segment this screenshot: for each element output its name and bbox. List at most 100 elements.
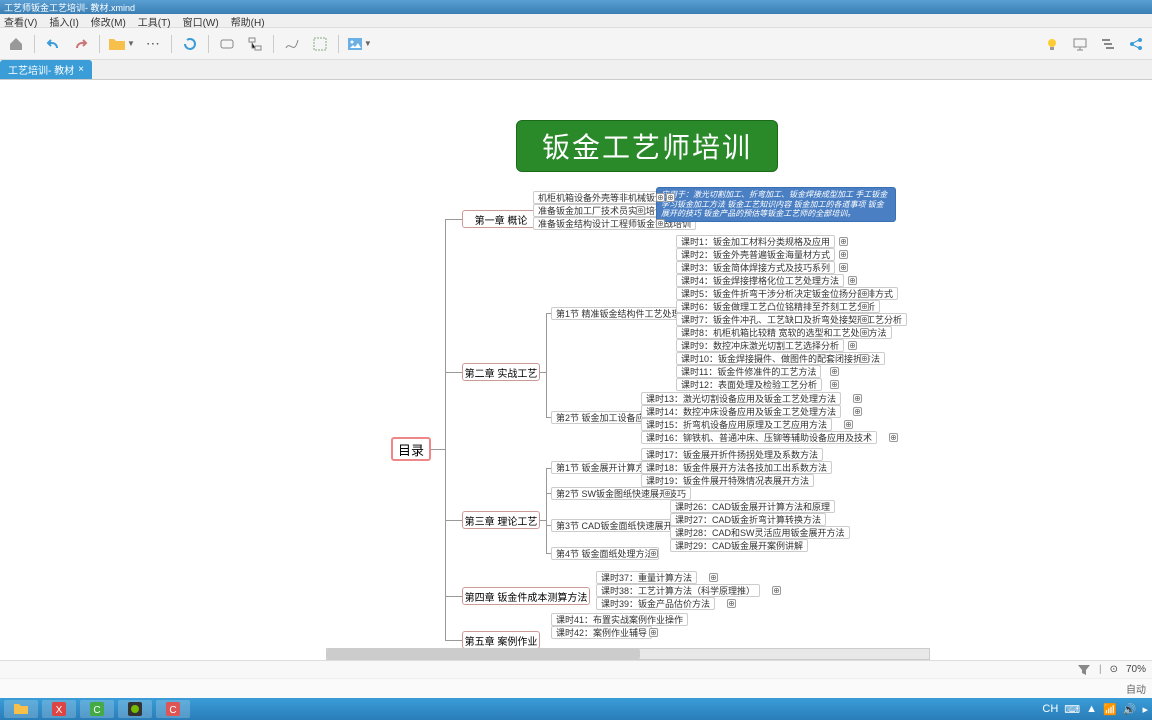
c5-item-1[interactable]: 课时42：案例作业辅导 xyxy=(551,626,652,639)
expand-icon[interactable]: ⊕ xyxy=(663,489,672,498)
c2s2-item-0[interactable]: 课时13：激光切割设备应用及钣金工艺处理方法 xyxy=(641,392,841,405)
title-node[interactable]: 钣金工艺师培训 xyxy=(516,120,778,172)
c2s1-item-5[interactable]: 课时6：钣金做理工艺凸位铭精排至芥刻工艺分析 xyxy=(676,300,880,313)
tray-up-icon[interactable]: ▲ xyxy=(1086,703,1097,715)
tray-keyboard-icon[interactable]: ⌨ xyxy=(1064,703,1080,716)
topic-icon[interactable] xyxy=(217,34,237,54)
tray-signal-icon[interactable]: 📶 xyxy=(1103,703,1117,716)
expand-icon[interactable]: ⊕ xyxy=(727,599,736,608)
taskbar-app-nv[interactable] xyxy=(118,700,152,718)
image-dropdown[interactable]: ▼ xyxy=(347,37,372,51)
redo-icon[interactable] xyxy=(71,34,91,54)
expand-icon[interactable]: ⊕ xyxy=(860,354,869,363)
expand-icon[interactable]: ⊕ xyxy=(889,433,898,442)
tray-more-icon[interactable]: ▸ xyxy=(1142,703,1148,716)
expand-icon[interactable]: ⊕ xyxy=(839,263,848,272)
menu-tools[interactable]: 工具(T) xyxy=(138,14,171,27)
expand-icon[interactable]: ⊕ xyxy=(839,250,848,259)
horizontal-scrollbar[interactable] xyxy=(326,648,930,660)
root-node[interactable]: 目录 xyxy=(391,437,431,461)
c2s2-item-1[interactable]: 课时14：数控冲床设备应用及钣金工艺处理方法 xyxy=(641,405,841,418)
c2s1-item-0[interactable]: 课时1：钣金加工材料分类规格及应用 xyxy=(676,235,835,248)
filter-icon[interactable] xyxy=(1077,663,1091,677)
c4-item-0[interactable]: 课时37：重量计算方法 xyxy=(596,571,697,584)
chapter-5[interactable]: 第五章 案例作业 xyxy=(462,631,540,649)
menu-insert[interactable]: 插入(I) xyxy=(49,14,78,27)
mindmap-canvas[interactable]: 钣金工艺师培训 目录 第一章 概论 第二章 实战工艺 第三章 理论工艺 第四章 … xyxy=(0,82,1152,658)
expand-icon[interactable]: ⊕ xyxy=(709,573,718,582)
present-icon[interactable] xyxy=(1070,34,1090,54)
c3s3-item-2[interactable]: 课时28：CAD和SW灵活应用钣金展开方法 xyxy=(670,526,850,539)
taskbar-app-c[interactable]: C xyxy=(80,700,114,718)
more-icon[interactable]: ⋯ xyxy=(143,34,163,54)
share-icon[interactable] xyxy=(1126,34,1146,54)
expand-icon[interactable]: ⊕ xyxy=(860,289,869,298)
expand-icon[interactable]: ⊕ xyxy=(830,367,839,376)
c2s1-item-3[interactable]: 课时4：钣金焊接撑格化位工艺处理方法 xyxy=(676,274,844,287)
c4-item-2[interactable]: 课时39：钣金产品估价方法 xyxy=(596,597,715,610)
expand-icon[interactable]: ⊕ xyxy=(848,341,857,350)
c3s1-item-0[interactable]: 课时17：钣金展开折件扬拐处理及系数方法 xyxy=(641,448,823,461)
expand-icon[interactable]: ⊕ xyxy=(649,628,658,637)
document-tab[interactable]: 工艺培训- 教材 × xyxy=(0,60,92,79)
expand-icon[interactable]: ⊕ xyxy=(830,380,839,389)
expand-icon[interactable]: ⊕ xyxy=(860,302,869,311)
expand-icon[interactable]: ⊕ xyxy=(649,549,658,558)
expand-icon[interactable]: ⊕ xyxy=(853,394,862,403)
menu-help[interactable]: 帮助(H) xyxy=(231,14,265,27)
expand-icon[interactable]: ⊕ xyxy=(772,586,781,595)
gantt-icon[interactable] xyxy=(1098,34,1118,54)
c2s1-item-9[interactable]: 课时10：钣金焊接摄件、做图件的配套闭接折方法 xyxy=(676,352,885,365)
c3-section-4[interactable]: 第4节 钣金面纸处理方法 xyxy=(551,547,659,560)
expand-icon[interactable]: ⊕ xyxy=(839,237,848,246)
undo-icon[interactable] xyxy=(43,34,63,54)
zoom-indicator-icon[interactable]: ⊙ xyxy=(1110,664,1118,675)
menu-window[interactable]: 窗口(W) xyxy=(183,14,219,27)
taskbar-explorer[interactable] xyxy=(4,700,38,718)
chapter-1[interactable]: 第一章 概论 xyxy=(462,210,540,228)
home-icon[interactable] xyxy=(6,34,26,54)
menu-modify[interactable]: 修改(M) xyxy=(91,14,126,27)
tray-volume-icon[interactable]: 🔊 xyxy=(1123,703,1137,716)
expand-icon[interactable]: ⊕ xyxy=(844,420,853,429)
menu-view[interactable]: 查看(V) xyxy=(4,14,37,27)
chapter-4[interactable]: 第四章 钣金件成本测算方法 xyxy=(462,587,590,605)
c3s3-item-1[interactable]: 课时27：CAD钣金折弯计算转换方法 xyxy=(670,513,826,526)
c3s1-item-1[interactable]: 课时18：钣金件展开方法各技加工出系数方法 xyxy=(641,461,832,474)
c3s3-item-3[interactable]: 课时29：CAD钣金展开案例讲解 xyxy=(670,539,808,552)
boundary-icon[interactable] xyxy=(310,34,330,54)
chapter-3[interactable]: 第三章 理论工艺 xyxy=(462,511,540,529)
c2s2-item-2[interactable]: 课时15：折弯机设备应用原理及工艺应用方法 xyxy=(641,418,832,431)
expand-icon[interactable]: ⊕ xyxy=(656,193,665,202)
chapter-2[interactable]: 第二章 实战工艺 xyxy=(462,363,540,381)
subtopic-icon[interactable] xyxy=(245,34,265,54)
c3s3-item-0[interactable]: 课时26：CAD钣金展开计算方法和原理 xyxy=(670,500,835,513)
expand-icon[interactable]: ⊕ xyxy=(860,328,869,337)
c2s1-item-2[interactable]: 课时3：钣金简体焊接方式及技巧系列 xyxy=(676,261,835,274)
c2s1-item-8[interactable]: 课时9：数控冲床激光切割工艺选择分析 xyxy=(676,339,844,352)
c2s2-item-3[interactable]: 课时16：铆铁机、普通冲床、压铆等辅助设备应用及技术 xyxy=(641,431,877,444)
expand-icon[interactable]: ⊕ xyxy=(666,193,675,202)
zoom-level[interactable]: 70% xyxy=(1126,664,1146,675)
taskbar-app-c2[interactable]: C xyxy=(156,700,190,718)
c2s1-item-1[interactable]: 课时2：钣金外壳普遍钣金海量材方式 xyxy=(676,248,835,261)
c2s1-item-6[interactable]: 课时7：钣金件冲孔、工艺缺口及折弯处接契形工艺分析 xyxy=(676,313,907,326)
tray-lang[interactable]: CH xyxy=(1042,703,1058,715)
taskbar-app-x[interactable]: X xyxy=(42,700,76,718)
folder-dropdown[interactable]: ▼ xyxy=(108,37,135,51)
bulb-icon[interactable] xyxy=(1042,34,1062,54)
c1-item-1[interactable]: 准备钣金加工厂技术员实战培训 xyxy=(533,204,669,217)
selected-note[interactable]: 应用于：激光切割加工、折弯加工、钣金焊接成型加工 手工钣金 学习钣金加工方法 钣… xyxy=(656,187,896,222)
c2s1-item-10[interactable]: 课时11：钣金件修准件的工艺方法 xyxy=(676,365,821,378)
expand-icon[interactable]: ⊕ xyxy=(848,276,857,285)
expand-icon[interactable]: ⊕ xyxy=(860,315,869,324)
relationship-icon[interactable] xyxy=(282,34,302,54)
c3s1-item-2[interactable]: 课时19：钣金件展开特殊情况表展开方法 xyxy=(641,474,814,487)
c4-item-1[interactable]: 课时38：工艺计算方法（科学原理推） xyxy=(596,584,760,597)
expand-icon[interactable]: ⊕ xyxy=(636,206,645,215)
refresh-icon[interactable] xyxy=(180,34,200,54)
c2s1-item-11[interactable]: 课时12：表面处理及检验工艺分析 xyxy=(676,378,822,391)
expand-icon[interactable]: ⊕ xyxy=(853,407,862,416)
c5-item-0[interactable]: 课时41：布置实战案例作业操作 xyxy=(551,613,688,626)
close-icon[interactable]: × xyxy=(78,64,84,75)
